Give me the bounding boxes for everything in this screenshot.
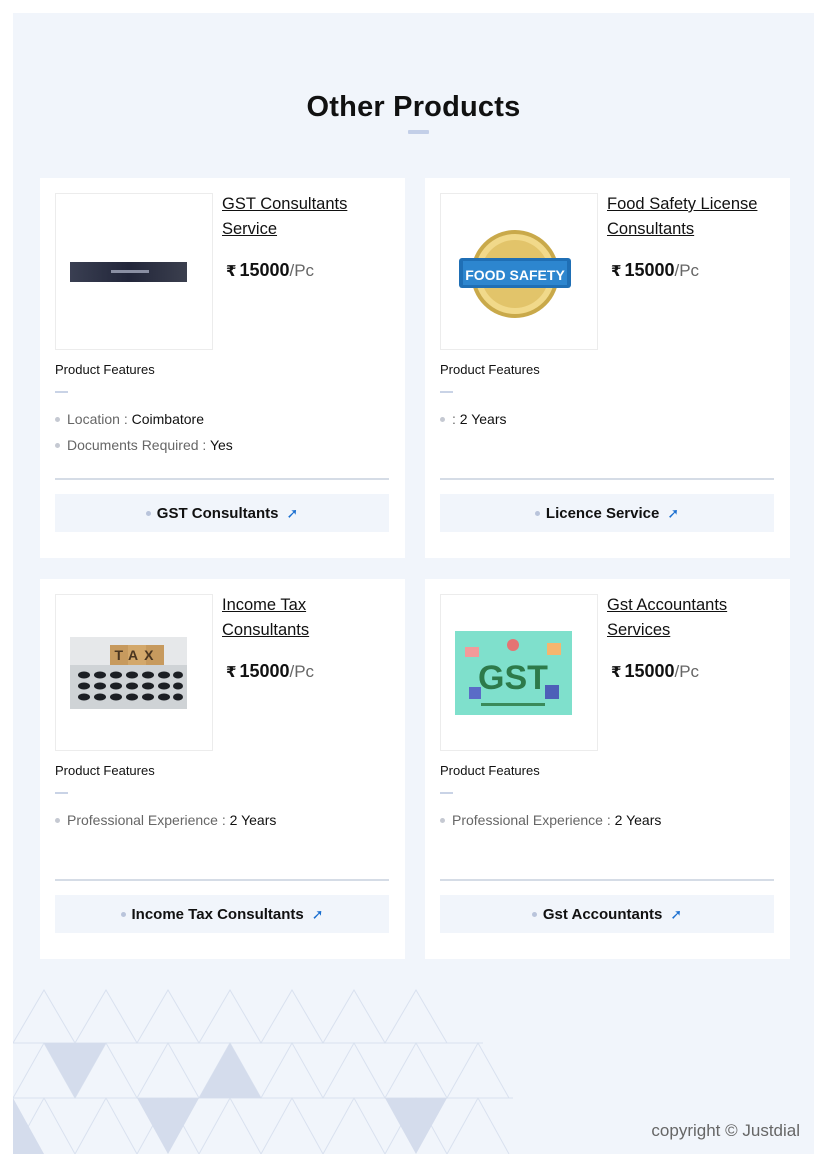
- feature-label: Location :: [67, 411, 128, 427]
- calculator-tax-image: TAX: [70, 637, 187, 709]
- feature-value: 2 Years: [229, 812, 277, 828]
- price-amount: 15000: [624, 661, 675, 681]
- cta-label: GST Consultants: [156, 504, 279, 522]
- gst-logo-text: GST: [478, 659, 548, 697]
- product-price: ₹15000/Pc: [611, 661, 699, 682]
- product-card: FOOD SAFETY Food Safety License Consulta…: [425, 178, 790, 558]
- cta-label: Gst Accountants: [542, 905, 663, 923]
- feature-value: Yes: [209, 437, 233, 453]
- bullet-icon: [55, 818, 60, 823]
- bullet-icon: [440, 818, 445, 823]
- features-underline: [440, 391, 453, 393]
- bullet-icon: [145, 510, 151, 516]
- product-price: ₹15000/Pc: [611, 260, 699, 281]
- cta-label: Income Tax Consultants: [131, 905, 304, 923]
- card-divider: [55, 478, 389, 480]
- product-name-link[interactable]: Gst Accountants Services: [607, 593, 777, 643]
- feature-label: Documents Required :: [67, 437, 207, 453]
- features-title: Product Features: [55, 763, 155, 778]
- bullet-icon: [120, 911, 126, 917]
- feature-item: Documents Required : Yes: [55, 432, 385, 458]
- gst-logo-image: GST: [455, 631, 572, 715]
- product-image[interactable]: GST: [440, 594, 598, 751]
- features-underline: [55, 391, 68, 393]
- features-title: Product Features: [440, 763, 540, 778]
- product-price: ₹15000/Pc: [226, 661, 314, 682]
- rupee-icon: ₹: [611, 263, 622, 280]
- page: Other Products GST Consultants Service ₹…: [13, 13, 814, 1154]
- product-card: GST Consultants Service ₹15000/Pc Produc…: [40, 178, 405, 558]
- card-divider: [440, 879, 774, 881]
- card-divider: [440, 478, 774, 480]
- product-cta-button[interactable]: Licence Service ➚: [440, 494, 774, 532]
- triangle-pattern-decoration: [13, 989, 513, 1154]
- rupee-icon: ₹: [611, 664, 622, 681]
- features-list: Professional Experience : 2 Years: [55, 807, 385, 833]
- price-unit: /Pc: [674, 261, 700, 280]
- price-unit: /Pc: [674, 662, 700, 681]
- feature-label: :: [452, 411, 456, 427]
- product-cta-button[interactable]: GST Consultants ➚: [55, 494, 389, 532]
- feature-value: 2 Years: [614, 812, 662, 828]
- title-underline: [408, 130, 429, 134]
- feature-label: Professional Experience :: [67, 812, 226, 828]
- product-card: TAX Income Tax Consultants ₹15000/Pc Pro…: [40, 579, 405, 959]
- product-cta-button[interactable]: Income Tax Consultants ➚: [55, 895, 389, 933]
- arrow-up-right-icon: ➚: [286, 504, 299, 521]
- bullet-icon: [531, 911, 537, 917]
- product-image[interactable]: FOOD SAFETY: [440, 193, 598, 350]
- gst-banner-image: [70, 262, 187, 282]
- price-unit: /Pc: [289, 261, 315, 280]
- bullet-icon: [440, 417, 445, 422]
- features-title: Product Features: [55, 362, 155, 377]
- arrow-up-right-icon: ➚: [311, 905, 324, 922]
- card-divider: [55, 879, 389, 881]
- cta-label: Licence Service: [545, 504, 660, 522]
- section-title: Other Products: [306, 91, 521, 123]
- features-list: Location : Coimbatore Documents Required…: [55, 406, 385, 458]
- feature-value: 2 Years: [459, 411, 507, 427]
- bullet-icon: [55, 417, 60, 422]
- feature-item: : 2 Years: [440, 406, 770, 432]
- product-name-link[interactable]: Income Tax Consultants: [222, 593, 392, 643]
- features-list: : 2 Years: [440, 406, 770, 432]
- product-cta-button[interactable]: Gst Accountants ➚: [440, 895, 774, 933]
- tax-blocks-text: TAX: [115, 647, 160, 663]
- product-image[interactable]: TAX: [55, 594, 213, 751]
- arrow-up-right-icon: ➚: [667, 504, 680, 521]
- food-safety-badge-image: FOOD SAFETY: [459, 230, 571, 318]
- product-price: ₹15000/Pc: [226, 260, 314, 281]
- features-underline: [55, 792, 68, 794]
- feature-item: Location : Coimbatore: [55, 406, 385, 432]
- badge-text: FOOD SAFETY: [465, 267, 565, 283]
- features-underline: [440, 792, 453, 794]
- product-name-link[interactable]: GST Consultants Service: [222, 192, 392, 242]
- rupee-icon: ₹: [226, 664, 237, 681]
- product-name-link[interactable]: Food Safety License Consultants: [607, 192, 777, 242]
- arrow-up-right-icon: ➚: [670, 905, 683, 922]
- rupee-icon: ₹: [226, 263, 237, 280]
- product-card: GST Gst Accountants Services ₹15000/Pc P…: [425, 579, 790, 959]
- feature-item: Professional Experience : 2 Years: [55, 807, 385, 833]
- feature-label: Professional Experience :: [452, 812, 611, 828]
- price-amount: 15000: [239, 260, 290, 280]
- feature-item: Professional Experience : 2 Years: [440, 807, 770, 833]
- features-title: Product Features: [440, 362, 540, 377]
- price-amount: 15000: [239, 661, 290, 681]
- product-image[interactable]: [55, 193, 213, 350]
- price-amount: 15000: [624, 260, 675, 280]
- price-unit: /Pc: [289, 662, 315, 681]
- copyright-footer: copyright © Justdial: [651, 1121, 800, 1140]
- features-list: Professional Experience : 2 Years: [440, 807, 770, 833]
- bullet-icon: [55, 443, 60, 448]
- feature-value: Coimbatore: [131, 411, 204, 427]
- bullet-icon: [534, 510, 540, 516]
